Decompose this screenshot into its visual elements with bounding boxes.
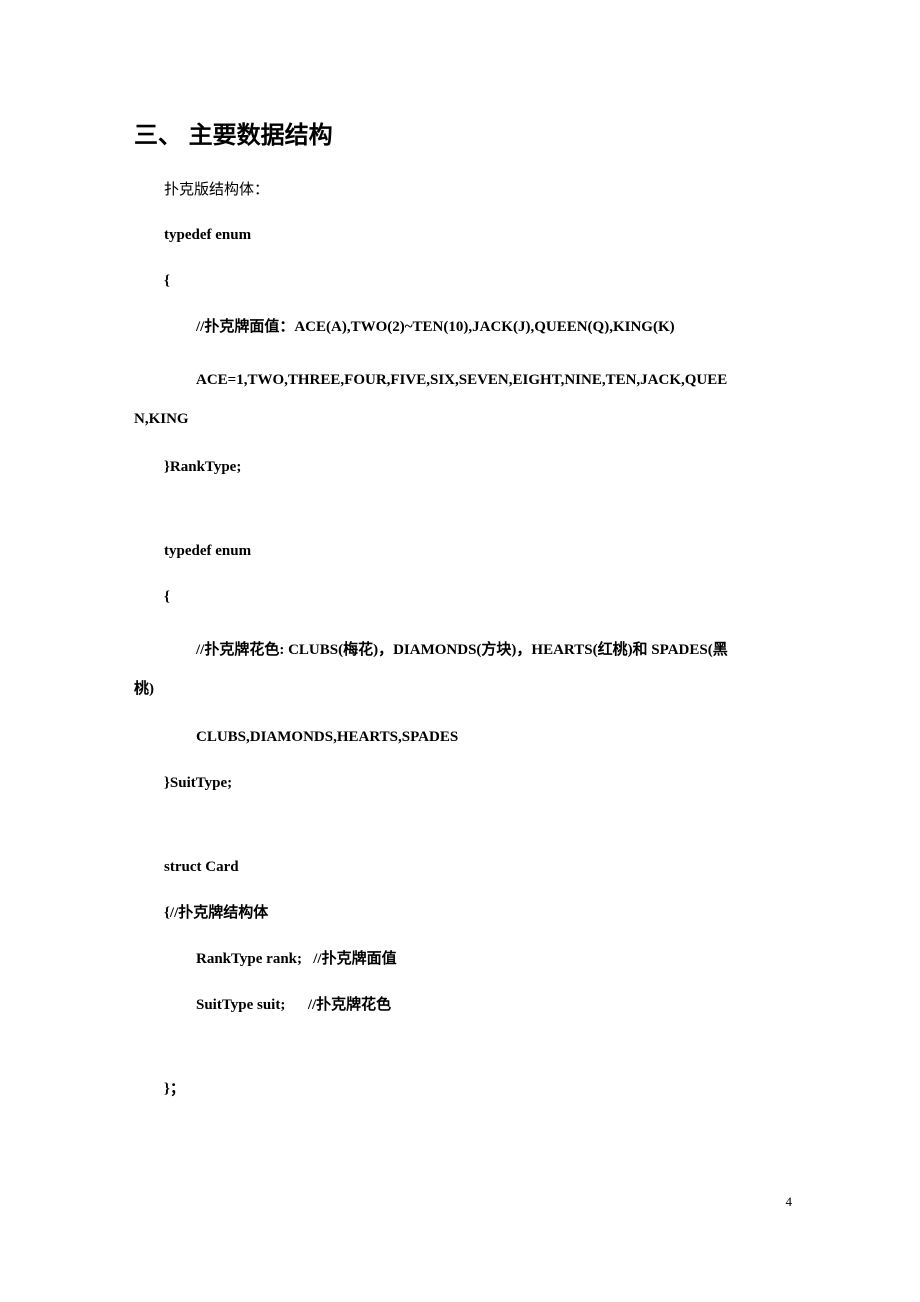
code-comment: {//扑克牌结构体 (164, 901, 790, 925)
code-line: typedef enum (164, 539, 790, 563)
code-line-wrapped: ACE=1,TWO,THREE,FOUR,FIVE,SIX,SEVEN,EIGH… (134, 361, 790, 439)
code-field: RankType rank; //扑克牌面值 (196, 947, 790, 971)
code-line: struct Card (164, 855, 790, 879)
code-line: CLUBS,DIAMONDS,HEARTS,SPADES (196, 725, 790, 749)
code-comment: //扑克牌花色: CLUBS(梅花)，DIAMONDS(方块)，HEARTS(红… (196, 642, 728, 658)
section-heading: 三、 主要数据结构 (134, 115, 790, 150)
code-line: }； (164, 1077, 790, 1101)
code-field: SuitType suit; //扑克牌花色 (196, 993, 790, 1017)
code-line: }RankType; (164, 455, 790, 479)
code-line: { (164, 585, 790, 609)
field-comment: //扑克牌花色 (308, 993, 391, 1017)
page-number: 4 (786, 1194, 793, 1210)
field-comment: //扑克牌面值 (313, 947, 396, 971)
code-text: N,KING (134, 411, 189, 427)
blank-line (134, 817, 790, 855)
document-page: 三、 主要数据结构 扑克版结构体： typedef enum { //扑克牌面值… (0, 0, 920, 1101)
blank-line (134, 1039, 790, 1077)
subtitle-text: 扑克版结构体： (164, 178, 790, 199)
code-line: }SuitType; (164, 771, 790, 795)
code-comment: 桃) (134, 681, 154, 697)
code-comment: //扑克牌面值：ACE(A),TWO(2)~TEN(10),JACK(J),QU… (196, 315, 790, 339)
field-decl: RankType rank; (196, 951, 302, 967)
blank-line (134, 501, 790, 539)
code-line-wrapped: //扑克牌花色: CLUBS(梅花)，DIAMONDS(方块)，HEARTS(红… (134, 631, 790, 709)
field-decl: SuitType suit; (196, 997, 285, 1013)
code-line: typedef enum (164, 223, 790, 247)
code-text: ACE=1,TWO,THREE,FOUR,FIVE,SIX,SEVEN,EIGH… (196, 372, 727, 388)
code-line: { (164, 269, 790, 293)
